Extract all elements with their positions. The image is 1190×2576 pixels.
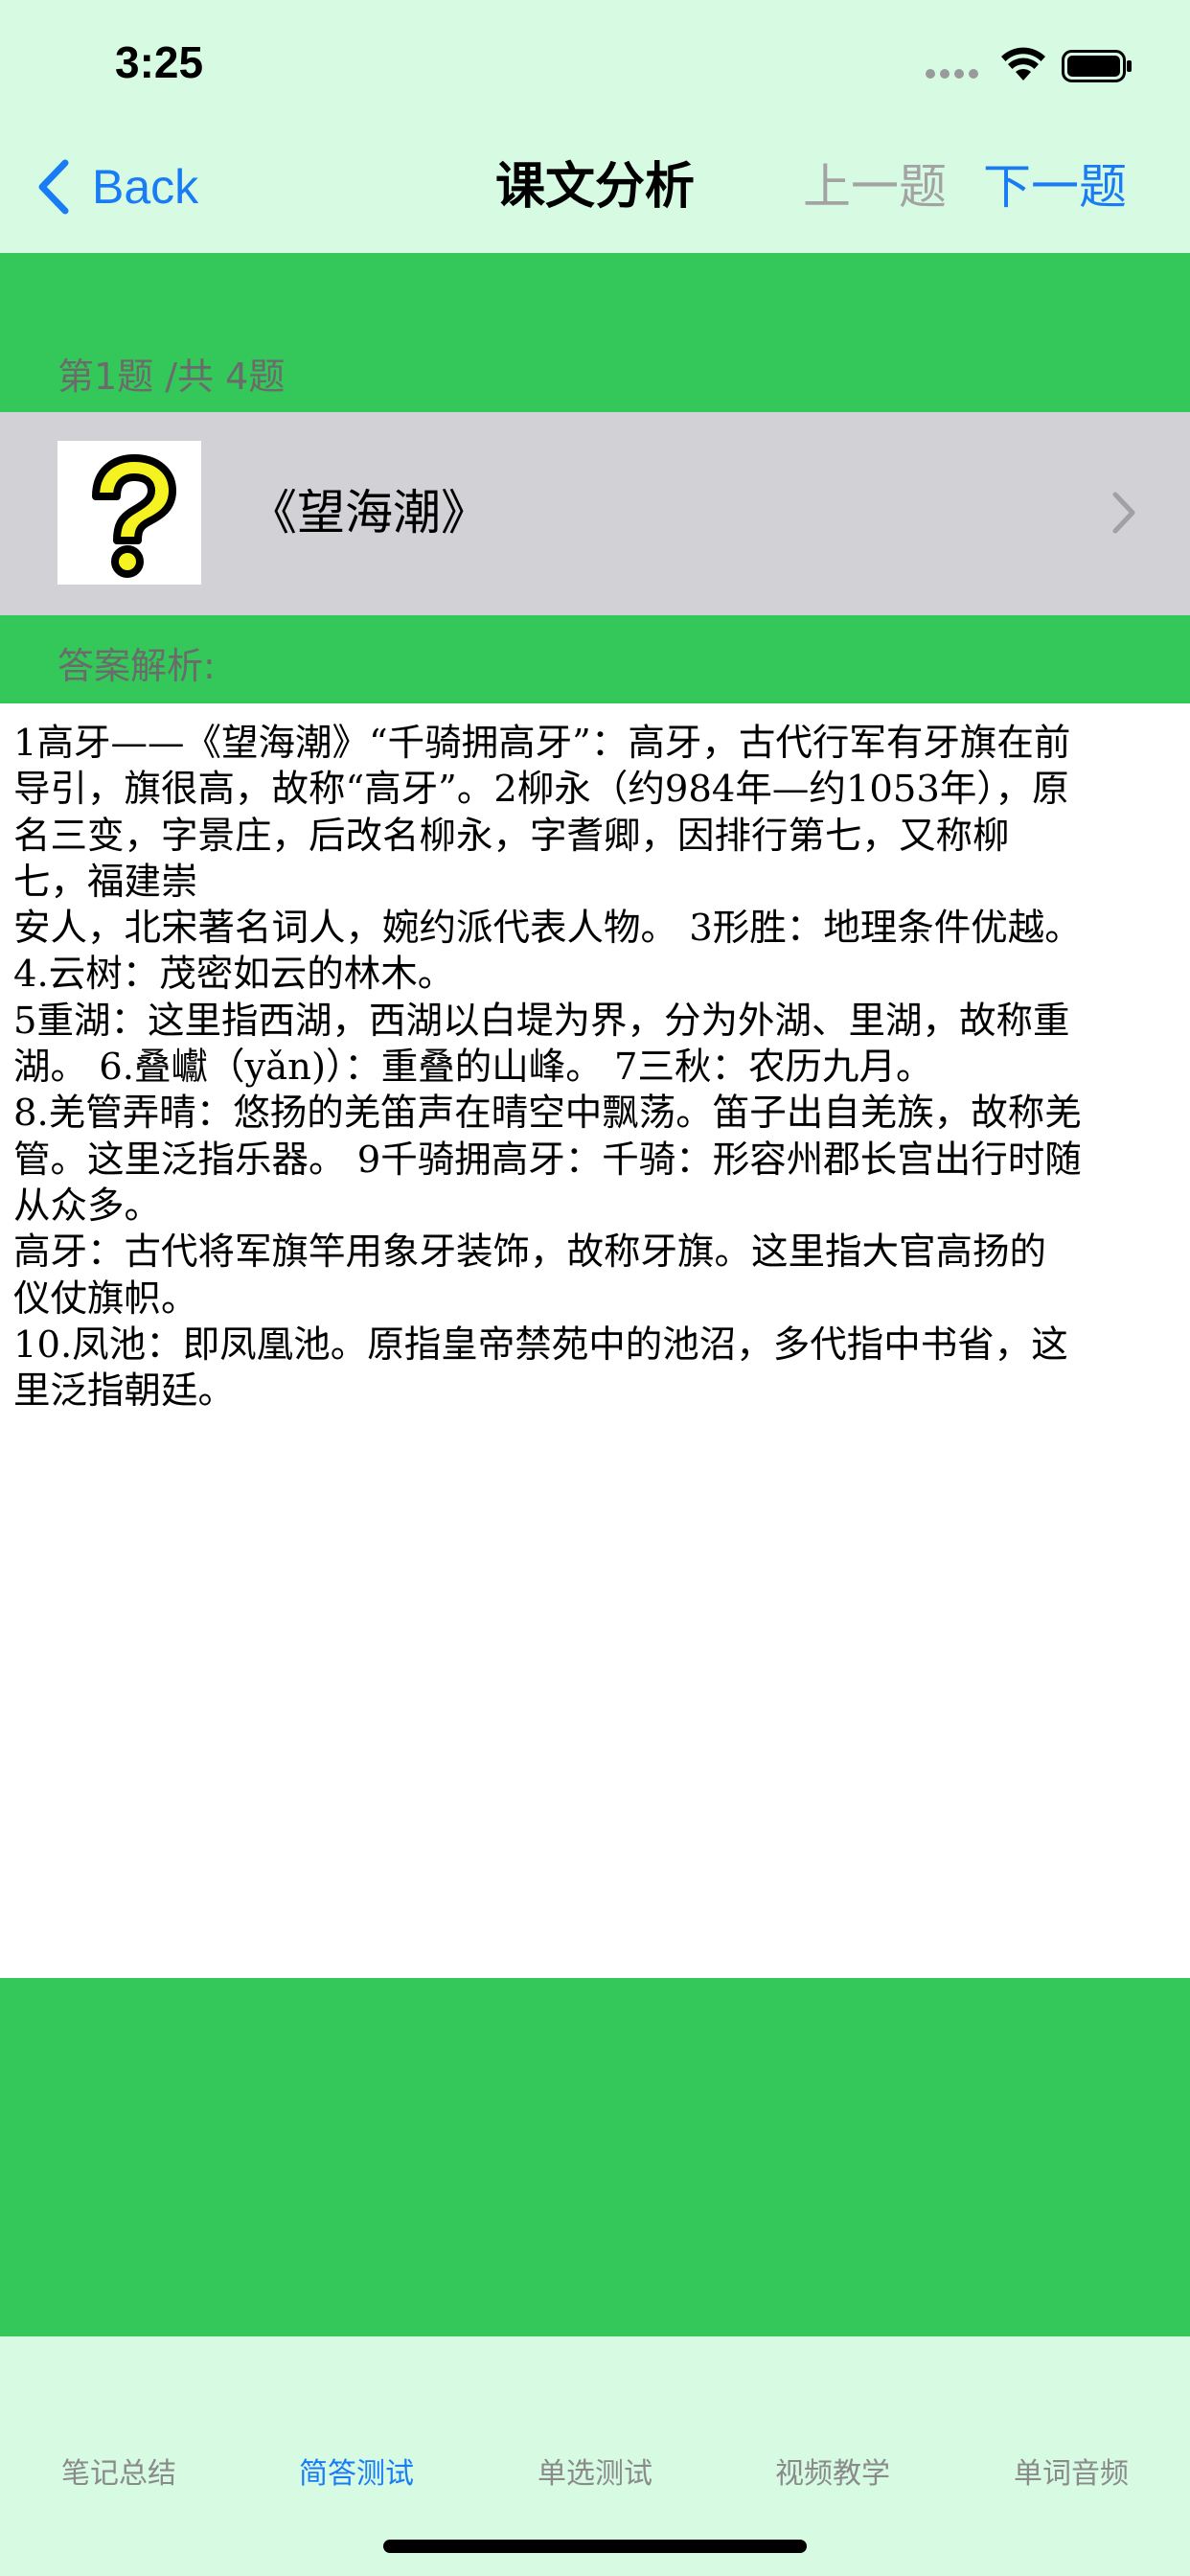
- answer-line: 仪仗旗帜。: [13, 1276, 198, 1321]
- footer-band: [0, 1978, 1190, 2336]
- prev-question-button[interactable]: 上一题: [803, 153, 947, 220]
- answer-line: 管。这里泛指乐器。 9千骑拥高牙：千骑：形容州郡长宫出行时随: [13, 1138, 1082, 1182]
- question-title: 《望海潮》: [249, 485, 489, 540]
- question-counter: 第1题 /共 4题: [57, 356, 286, 398]
- answer-line: 七，福建崇: [13, 860, 198, 904]
- tab-bar: 笔记总结 简答测试 单选测试 视频教学 单词音频: [0, 2336, 1190, 2576]
- answer-line: 从众多。: [13, 1184, 162, 1228]
- answer-line: 5重湖：这里指西湖，西湖以白堤为界，分为外湖、里湖，故称重: [13, 999, 1070, 1043]
- answer-line: 4.云树：茂密如云的林木。: [13, 953, 455, 997]
- screen: 3:25 Back 课文分析 上一题 下一题 第1题 /共 4题 《望海潮》 答…: [0, 0, 1190, 2576]
- top-bar: 3:25 Back 课文分析 上一题 下一题: [0, 0, 1190, 253]
- answer-text: 1高牙——《望海潮》“千骑拥高牙”：高牙，古代行军有牙旗在前 导引，旗很高，故称…: [13, 721, 1179, 1414]
- answer-line: 1高牙——《望海潮》“千骑拥高牙”：高牙，古代行军有牙旗在前: [13, 722, 1071, 765]
- question-mark-icon: [57, 441, 201, 585]
- answer-line: 高牙：古代将军旗竿用象牙装饰，故称牙旗。这里指大官高扬的: [13, 1230, 1047, 1275]
- wifi-icon: [1001, 47, 1045, 80]
- home-indicator[interactable]: [383, 2540, 807, 2553]
- cellular-signal-icon: [926, 69, 979, 80]
- tab-notes-summary[interactable]: 笔记总结: [0, 2455, 238, 2494]
- battery-icon: [1062, 50, 1132, 82]
- tab-short-answer-test[interactable]: 简答测试: [238, 2455, 475, 2494]
- status-icons: [903, 44, 1133, 82]
- status-time: 3:25: [115, 37, 204, 87]
- answer-line: 里泛指朝廷。: [13, 1369, 236, 1414]
- answer-line: 导引，旗很高，故称“高牙”。2柳永（约984年—约1053年），原: [13, 768, 1069, 812]
- next-question-button[interactable]: 下一题: [983, 153, 1127, 220]
- answer-label: 答案解析:: [57, 645, 216, 687]
- tab-word-audio[interactable]: 单词音频: [952, 2455, 1190, 2494]
- tab-single-choice-test[interactable]: 单选测试: [476, 2455, 714, 2494]
- tab-video-lessons[interactable]: 视频教学: [714, 2455, 951, 2494]
- answer-line: 8.羌管弄晴：悠扬的羌笛声在晴空中飘荡。笛子出自羌族，故称羌: [13, 1092, 1082, 1136]
- question-row[interactable]: 《望海潮》: [0, 412, 1190, 615]
- answer-line: 名三变，字景庄，后改名柳永，字耆卿，因排行第七，又称柳: [13, 814, 1010, 858]
- answer-line: 湖。 6.叠巘（yǎn)）：重叠的山峰。 7三秋：农历九月。: [13, 1046, 933, 1090]
- answer-line: 10.凤池：即凤凰池。原指皇帝禁苑中的池沼，多代指中书省，这: [13, 1322, 1068, 1367]
- answer-line: 安人，北宋著名词人，婉约派代表人物。 3形胜：地理条件优越。: [13, 907, 1082, 951]
- chevron-right-icon: [1112, 492, 1135, 534]
